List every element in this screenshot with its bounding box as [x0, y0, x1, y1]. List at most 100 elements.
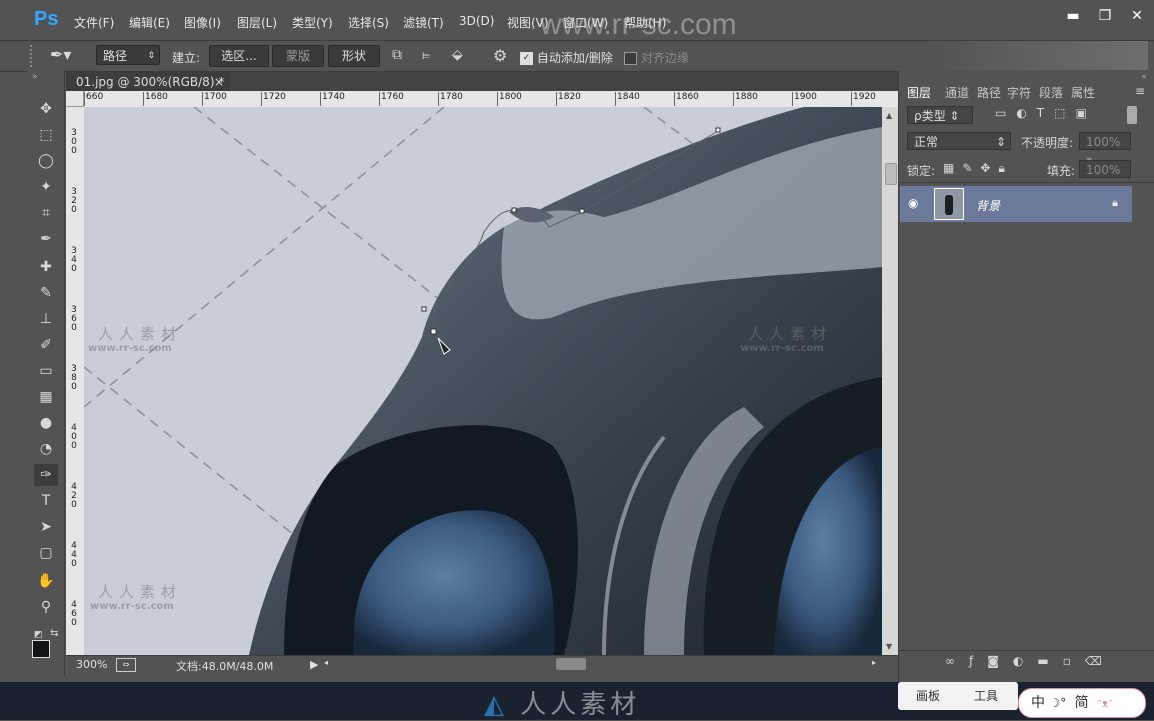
opacity-input[interactable]: 100% ▾: [1079, 132, 1131, 167]
path-alignment-icon[interactable]: ⫢: [422, 47, 430, 63]
close-button[interactable]: ✕: [1128, 8, 1146, 24]
layer-name[interactable]: 背景: [976, 197, 1000, 214]
menu-layer[interactable]: 图层(L): [237, 14, 277, 31]
hscroll-left-icon[interactable]: ◂: [324, 658, 328, 667]
foreground-color-swatch[interactable]: [32, 640, 50, 658]
vertical-ruler[interactable]: 300320340360380400420440460480: [66, 107, 85, 655]
brush-icon[interactable]: ✎: [34, 282, 58, 304]
mask-button[interactable]: 蒙版: [272, 45, 324, 67]
selection-button[interactable]: 选区...: [209, 45, 269, 67]
zoom-icon[interactable]: ⚲: [34, 596, 58, 618]
scroll-up-icon[interactable]: ▲: [886, 111, 892, 120]
dodge-icon[interactable]: ◔: [34, 438, 58, 460]
ime-indicator[interactable]: 中 ☽° 简 ᵔᴥᵔ: [1018, 688, 1146, 718]
lock-icon: 🔒︎: [1112, 196, 1118, 209]
menu-file[interactable]: 文件(F): [74, 14, 114, 31]
menu-edit[interactable]: 编辑(E): [129, 14, 170, 31]
filter-toggle[interactable]: [1127, 106, 1137, 124]
folder-icon[interactable]: ▬: [1037, 654, 1062, 668]
auto-add-delete-checkbox[interactable]: ✓: [520, 52, 533, 65]
rectangle-icon[interactable]: ▢: [34, 542, 58, 564]
tools-tab[interactable]: 工具: [974, 687, 998, 704]
healing-icon[interactable]: ✚: [34, 256, 58, 278]
eye-icon[interactable]: ◉: [908, 196, 918, 210]
scroll-thumb[interactable]: [885, 163, 897, 185]
mode-select[interactable]: 路径 ⇕: [96, 45, 160, 65]
filter-icons[interactable]: ▭◐T⬚▣: [995, 106, 1097, 120]
status-menu-icon[interactable]: ▶: [310, 658, 318, 671]
auto-add-delete-option[interactable]: ✓ 自动添加/删除: [520, 49, 613, 66]
marquee-icon[interactable]: ⬚: [34, 124, 58, 146]
gradient-icon[interactable]: ▦: [34, 386, 58, 408]
close-tab-icon[interactable]: ×: [214, 72, 224, 92]
lasso-icon[interactable]: ◯: [34, 150, 58, 172]
pen-tool-preset-icon[interactable]: ✒▾: [50, 45, 71, 64]
magic-wand-icon[interactable]: ✦: [34, 176, 58, 198]
blend-mode-select[interactable]: 正常 ⇕: [907, 132, 1011, 150]
ruler-tick-label: 1800: [497, 92, 522, 106]
ruler-origin[interactable]: [66, 91, 84, 107]
shape-button[interactable]: 形状: [328, 45, 380, 67]
crop-icon[interactable]: ⌗: [34, 202, 58, 224]
menu-select[interactable]: 选择(S): [348, 14, 389, 31]
type-icon[interactable]: T: [34, 490, 58, 512]
layer-row[interactable]: ◉ 背景 🔒︎: [900, 186, 1132, 222]
make-label: 建立:: [172, 51, 201, 65]
menu-image[interactable]: 图像(I): [184, 14, 221, 31]
new-layer-icon[interactable]: ▫: [1063, 654, 1085, 668]
ime-lang[interactable]: 中: [1031, 695, 1045, 711]
align-edges-option[interactable]: 对齐边缘: [624, 49, 689, 66]
path-arrangement-icon[interactable]: ⬙: [452, 47, 463, 63]
zoom-level[interactable]: 300%: [76, 658, 107, 671]
collapse-icon[interactable]: »: [32, 72, 38, 82]
ruler-tick-label: 420: [71, 482, 77, 510]
panel-collapse-icon[interactable]: «: [1141, 72, 1147, 82]
artboard-tab[interactable]: 画板: [916, 687, 940, 704]
eraser-icon[interactable]: ▭: [34, 360, 58, 382]
hand-icon[interactable]: ✋: [34, 570, 58, 592]
layer-actions-bar[interactable]: ∞ƒ◙◐▬▫⌫: [945, 654, 1116, 668]
history-brush-icon[interactable]: ✐: [34, 334, 58, 356]
ruler-tick-label: 1860: [674, 92, 699, 106]
gear-icon[interactable]: ⚙: [493, 46, 507, 65]
link-icon[interactable]: ∞: [945, 654, 969, 668]
tab-properties[interactable]: 属性: [1071, 84, 1095, 101]
menu-bar: Ps 文件(F) 编辑(E) 图像(I) 图层(L) 类型(Y) 选择(S) 滤…: [0, 0, 1154, 41]
fx-icon[interactable]: ƒ: [969, 654, 987, 668]
lock-icons[interactable]: ▦✎✥🔒︎: [943, 161, 1013, 176]
scroll-down-icon[interactable]: ▼: [886, 642, 892, 651]
tab-layers[interactable]: 图层: [907, 84, 931, 101]
restore-button[interactable]: ❐: [1096, 8, 1114, 24]
document-tab[interactable]: 01.jpg @ 300%(RGB/8) * ×: [66, 72, 230, 92]
status-icon[interactable]: ⇔: [116, 658, 136, 672]
adjustment-icon[interactable]: ◐: [1013, 654, 1037, 668]
move-icon[interactable]: ✥: [34, 98, 58, 120]
hscroll-thumb[interactable]: [556, 658, 586, 670]
align-edges-checkbox[interactable]: [624, 52, 637, 65]
path-select-icon[interactable]: ➤: [34, 516, 58, 538]
tab-character[interactable]: 字符: [1007, 84, 1031, 101]
menu-type[interactable]: 类型(Y): [292, 14, 333, 31]
fill-input[interactable]: 100% ▾: [1079, 160, 1131, 195]
mask-icon[interactable]: ◙: [987, 654, 1013, 668]
hscroll-right-icon[interactable]: ▸: [872, 658, 876, 667]
canvas[interactable]: 人人素材 www.rr-sc.com 人人素材 www.rr-sc.com 人人…: [84, 107, 882, 655]
eyedropper-icon[interactable]: ✒: [34, 228, 58, 250]
panel-menu-icon[interactable]: ≡: [1135, 84, 1145, 98]
menu-3d[interactable]: 3D(D): [459, 14, 494, 28]
tab-channels[interactable]: 通道: [945, 84, 969, 101]
stamp-icon[interactable]: ⊥: [34, 308, 58, 330]
minimize-button[interactable]: ▬: [1064, 8, 1082, 24]
tab-paths[interactable]: 路径: [977, 84, 1001, 101]
tab-paragraph[interactable]: 段落: [1039, 84, 1063, 101]
trash-icon[interactable]: ⌫: [1085, 654, 1116, 668]
menu-filter[interactable]: 滤镜(T): [403, 14, 444, 31]
blur-icon[interactable]: ●: [34, 412, 58, 434]
vertical-scrollbar[interactable]: ▲ ▼: [882, 107, 898, 655]
swap-colors-icon[interactable]: ⇆: [50, 628, 58, 639]
horizontal-ruler[interactable]: 660 1680 1700 1720 1740 1760 1780 1800 1820 1840 1…: [84, 91, 898, 108]
pen-icon[interactable]: ✑: [34, 464, 58, 486]
ime-mode[interactable]: 简: [1075, 695, 1089, 711]
filter-kind-select[interactable]: ρ类型 ⇕: [907, 106, 973, 124]
path-operations-icon[interactable]: ⧉: [392, 47, 402, 63]
